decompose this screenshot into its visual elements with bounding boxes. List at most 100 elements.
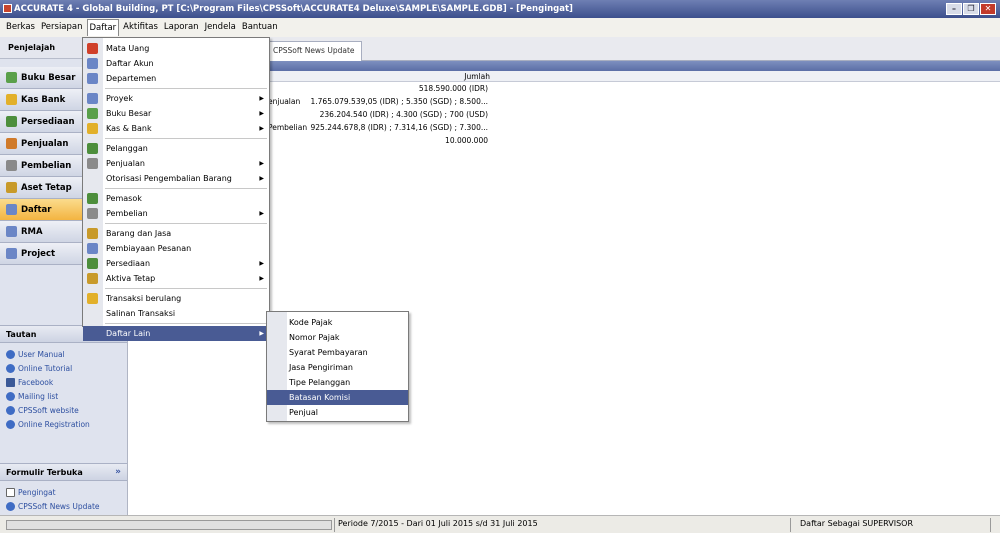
- menu-item-penjualan[interactable]: Penjualan ▶: [83, 156, 269, 171]
- row-amount: 518.590.000 (IDR): [418, 84, 488, 93]
- nav-button-label: Kas Bank: [21, 94, 66, 105]
- submenu-item-label: Tipe Pelanggan: [289, 378, 351, 387]
- nav-button-label: Pembelian: [21, 160, 72, 171]
- window-title: ACCURATE 4 - Global Building, PT [C:\Pro…: [14, 4, 573, 14]
- menu-separator: [105, 288, 267, 289]
- menu-item-pemasok[interactable]: Pemasok: [83, 191, 269, 206]
- submenu-item-label: Syarat Pembayaran: [289, 348, 368, 357]
- row-amount: 236.204.540 (IDR) ; 4.300 (SGD) ; 700 (U…: [319, 110, 488, 119]
- link-pengingat[interactable]: Pengingat: [6, 485, 127, 499]
- document-icon: [6, 487, 15, 497]
- menu-item-daftar-lain[interactable]: Daftar Lain ▶: [83, 326, 269, 341]
- daftar-dropdown-menu: Mata Uang Daftar Akun Departemen Proyek ▶ Buk…: [82, 37, 270, 341]
- row-label: enjualan: [268, 97, 301, 106]
- menu-bar: Berkas Persiapan Daftar Aktifitas Lapora…: [0, 18, 1000, 37]
- menu-item-pembiayaan-pesanan[interactable]: Pembiayaan Pesanan: [83, 241, 269, 256]
- menu-item-label: Pembiayaan Pesanan: [106, 244, 192, 253]
- menu-daftar[interactable]: Daftar: [86, 19, 120, 36]
- menu-aktifitas[interactable]: Aktifitas: [121, 19, 160, 36]
- tab-news-update[interactable]: CPSSoft News Update: [266, 41, 362, 61]
- submenu-item-label: Kode Pajak: [289, 318, 333, 327]
- sales-icon: [87, 158, 98, 169]
- nav-button-label: Project: [21, 248, 56, 259]
- project-icon: [87, 93, 98, 104]
- menu-item-aktiva-tetap[interactable]: Aktiva Tetap ▶: [83, 271, 269, 286]
- menu-item-label: Barang dan Jasa: [106, 229, 172, 238]
- nav-button-label: Aset Tetap: [21, 182, 72, 193]
- minimize-button[interactable]: –: [946, 3, 962, 15]
- menu-item-salinan-transaksi[interactable]: Salinan Transaksi: [83, 306, 269, 321]
- link-user-manual[interactable]: User Manual: [6, 347, 127, 361]
- menu-item-label: Salinan Transaksi: [106, 309, 176, 318]
- rma-icon: [6, 226, 17, 237]
- menu-item-label: Buku Besar: [106, 109, 152, 118]
- link-facebook[interactable]: Facebook: [6, 375, 127, 389]
- menu-item-label: Pemasok: [106, 194, 142, 203]
- people-icon: [6, 391, 15, 401]
- submenu-item-jasa-pengiriman[interactable]: Jasa Pengiriman: [267, 360, 408, 375]
- web-icon: [6, 419, 15, 429]
- collapse-chevron-icon[interactable]: »: [115, 464, 121, 481]
- menu-item-proyek[interactable]: Proyek ▶: [83, 91, 269, 106]
- menu-item-persediaan[interactable]: Persediaan ▶: [83, 256, 269, 271]
- purchase-icon: [87, 208, 98, 219]
- ledger-icon: [6, 72, 17, 83]
- submenu-item-penjual[interactable]: Penjual: [267, 405, 408, 420]
- column-header-jumlah: Jumlah: [464, 72, 490, 81]
- list-icon: [6, 204, 17, 215]
- tautan-links: User Manual Online Tutorial Facebook Mailin…: [0, 343, 127, 435]
- menu-item-transaksi-berulang[interactable]: Transaksi berulang: [83, 291, 269, 306]
- cash-bank-icon: [6, 94, 17, 105]
- nav-button-label: RMA: [21, 226, 43, 237]
- menu-item-label: Transaksi berulang: [106, 294, 182, 303]
- menu-separator: [105, 188, 267, 189]
- menu-berkas[interactable]: Berkas: [4, 19, 37, 36]
- submenu-item-syarat-pembayaran[interactable]: Syarat Pembayaran: [267, 345, 408, 360]
- menu-item-departemen[interactable]: Departemen: [83, 71, 269, 86]
- close-button[interactable]: ✕: [980, 3, 996, 15]
- submenu-item-nomor-pajak[interactable]: Nomor Pajak: [267, 330, 408, 345]
- order-icon: [87, 243, 98, 254]
- menu-item-barang-dan-jasa[interactable]: Barang dan Jasa: [83, 226, 269, 241]
- menu-item-label: Otorisasi Pengembalian Barang: [106, 174, 232, 183]
- submenu-item-label: Batasan Komisi: [289, 393, 351, 402]
- inventory-icon: [87, 258, 98, 269]
- row-label: Pembelian: [268, 123, 308, 132]
- title-bar: ACCURATE 4 - Global Building, PT [C:\Pro…: [0, 0, 1000, 18]
- row-amount: 925.244.678,8 (IDR) ; 7.314,16 (SGD) ; 7…: [310, 123, 489, 132]
- menu-persiapan[interactable]: Persiapan: [39, 19, 85, 36]
- menu-item-kas-bank[interactable]: Kas & Bank ▶: [83, 121, 269, 136]
- menu-item-label: Pelanggan: [106, 144, 148, 153]
- link-mailing-list[interactable]: Mailing list: [6, 389, 127, 403]
- daftar-lain-submenu: Kode Pajak Nomor Pajak Syarat Pembayaran Ja…: [266, 311, 409, 422]
- submenu-item-tipe-pelanggan[interactable]: Tipe Pelanggan: [267, 375, 408, 390]
- menu-item-pembelian[interactable]: Pembelian ▶: [83, 206, 269, 221]
- customer-icon: [87, 143, 98, 154]
- submenu-item-batasan-komisi[interactable]: Batasan Komisi: [267, 390, 408, 405]
- menu-item-pelanggan[interactable]: Pelanggan: [83, 141, 269, 156]
- progress-bar: [6, 520, 332, 530]
- menu-bantuan[interactable]: Bantuan: [240, 19, 280, 36]
- menu-item-otorisasi-pengembalian-barang[interactable]: Otorisasi Pengembalian Barang ▶: [83, 171, 269, 186]
- submenu-item-label: Nomor Pajak: [289, 333, 340, 342]
- menu-item-daftar-akun[interactable]: Daftar Akun: [83, 56, 269, 71]
- link-cpssoft-news-update[interactable]: CPSSoft News Update: [6, 499, 127, 513]
- nav-button-label: Penjualan: [21, 138, 69, 149]
- restore-button[interactable]: ❐: [963, 3, 979, 15]
- currency-icon: [87, 43, 98, 54]
- link-online-tutorial[interactable]: Online Tutorial: [6, 361, 127, 375]
- menu-item-label: Kas & Bank: [106, 124, 152, 133]
- menu-jendela[interactable]: Jendela: [203, 19, 238, 36]
- submenu-item-kode-pajak[interactable]: Kode Pajak: [267, 315, 408, 330]
- menu-item-label: Pembelian: [106, 209, 148, 218]
- sales-icon: [6, 138, 17, 149]
- menu-item-mata-uang[interactable]: Mata Uang: [83, 41, 269, 56]
- link-online-registration[interactable]: Online Registration: [6, 417, 127, 431]
- link-cpssoft-website[interactable]: CPSSoft website: [6, 403, 127, 417]
- menu-item-buku-besar[interactable]: Buku Besar ▶: [83, 106, 269, 121]
- project-icon: [6, 248, 17, 259]
- menu-laporan[interactable]: Laporan: [162, 19, 201, 36]
- nav-button-label: Buku Besar: [21, 72, 76, 83]
- recurring-icon: [87, 293, 98, 304]
- fixed-asset-icon: [6, 182, 17, 193]
